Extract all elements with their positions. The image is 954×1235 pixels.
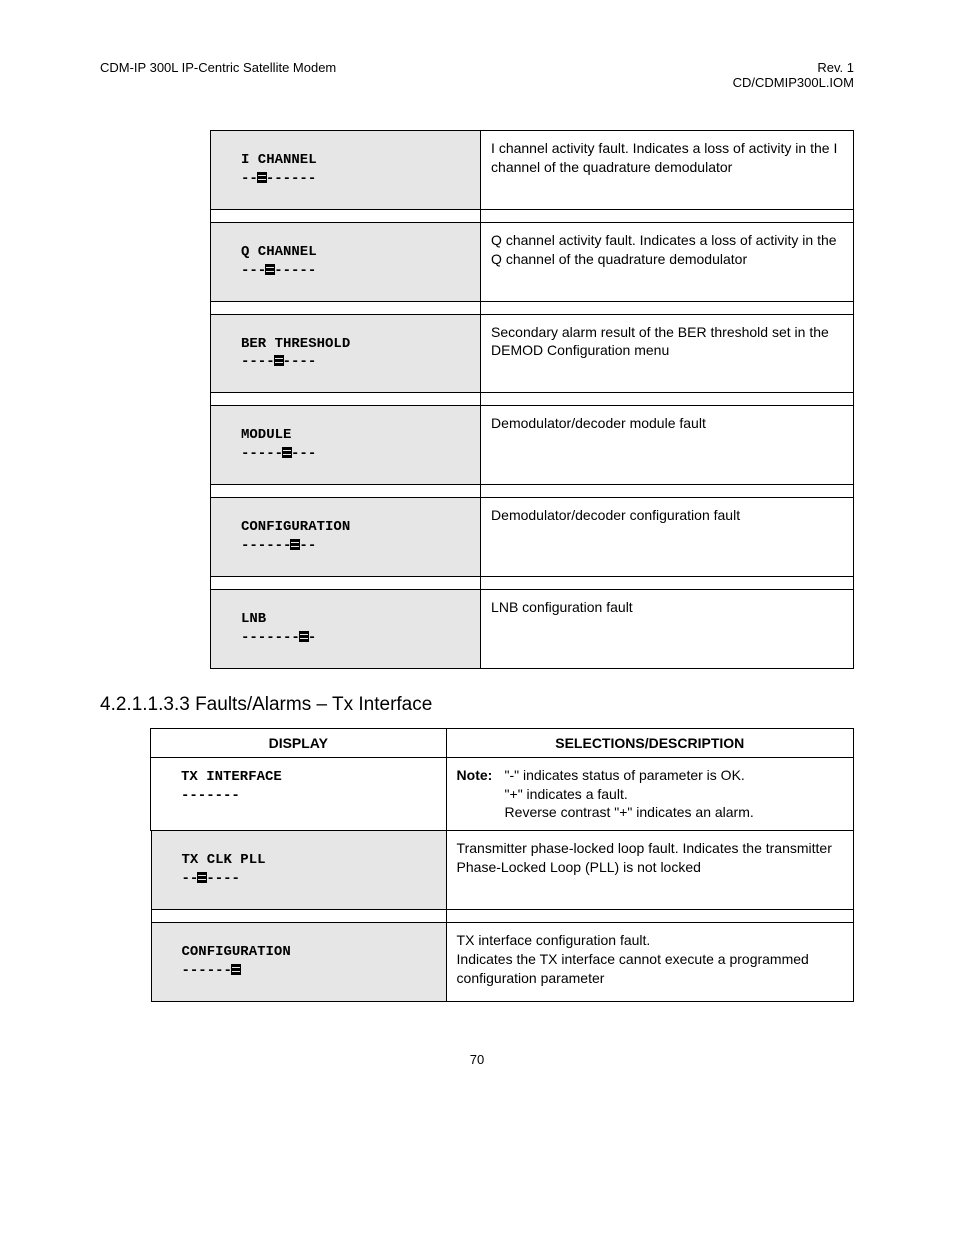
display-cell: Q CHANNEL-------- bbox=[211, 222, 481, 301]
section-heading: 4.2.1.1.3.3 Faults/Alarms – Tx Interface bbox=[100, 694, 854, 716]
desc-cell: Transmitter phase-locked loop fault. Ind… bbox=[446, 831, 853, 910]
display-cell: I CHANNEL-------- bbox=[211, 131, 481, 210]
table-row: I CHANNEL--------I channel activity faul… bbox=[211, 131, 854, 210]
display-cell: CONFIGURATION-------- bbox=[211, 498, 481, 577]
display-label: TX CLK PLL bbox=[162, 851, 436, 870]
col-display: DISPLAY bbox=[151, 728, 447, 757]
display-label: Q CHANNEL bbox=[221, 243, 470, 262]
display-indicator: -------- bbox=[221, 629, 470, 648]
table-row: LNB--------LNB configuration fault bbox=[211, 589, 854, 668]
display-cell: TX INTERFACE------- bbox=[151, 757, 447, 831]
display-indicator: ------- bbox=[161, 787, 436, 806]
display-label: TX INTERFACE bbox=[161, 768, 436, 787]
page-number: 70 bbox=[100, 1052, 854, 1067]
desc-cell: Secondary alarm result of the BER thresh… bbox=[481, 314, 854, 393]
desc-cell: Note:"-" indicates status of parameter i… bbox=[446, 757, 853, 831]
table-row: Q CHANNEL--------Q channel activity faul… bbox=[211, 222, 854, 301]
display-indicator: ------ bbox=[162, 870, 436, 889]
display-label: CONFIGURATION bbox=[162, 943, 436, 962]
display-indicator: -------- bbox=[221, 353, 470, 372]
display-label: I CHANNEL bbox=[221, 151, 470, 170]
header-right: Rev. 1 CD/CDMIP300L.IOM bbox=[733, 60, 854, 90]
display-indicator: -------- bbox=[221, 537, 470, 556]
display-cell: CONFIGURATION------ bbox=[151, 923, 446, 1002]
faults-table-1: I CHANNEL--------I channel activity faul… bbox=[210, 130, 854, 669]
col-desc: SELECTIONS/DESCRIPTION bbox=[446, 728, 853, 757]
table-row: BER THRESHOLD--------Secondary alarm res… bbox=[211, 314, 854, 393]
display-cell: MODULE-------- bbox=[211, 406, 481, 485]
desc-cell: Q channel activity fault. Indicates a lo… bbox=[481, 222, 854, 301]
note-body: "-" indicates status of parameter is OK.… bbox=[505, 766, 836, 823]
display-cell: BER THRESHOLD-------- bbox=[211, 314, 481, 393]
table-row: MODULE--------Demodulator/decoder module… bbox=[211, 406, 854, 485]
section-title: Faults/Alarms – Tx Interface bbox=[195, 694, 432, 715]
faults-table-2: DISPLAY SELECTIONS/DESCRIPTION TX INTERF… bbox=[150, 728, 854, 1002]
table-row: CONFIGURATION------TX interface configur… bbox=[151, 923, 854, 1002]
display-label: MODULE bbox=[221, 426, 470, 445]
header-rev: Rev. 1 bbox=[733, 60, 854, 75]
display-label: CONFIGURATION bbox=[221, 518, 470, 537]
note-label: Note: bbox=[457, 766, 505, 785]
table-row: CONFIGURATION--------Demodulator/decoder… bbox=[211, 498, 854, 577]
header-left: CDM-IP 300L IP-Centric Satellite Modem bbox=[100, 60, 336, 90]
header-doc: CD/CDMIP300L.IOM bbox=[733, 75, 854, 90]
display-indicator: -------- bbox=[221, 262, 470, 281]
desc-cell: TX interface configuration fault.Indicat… bbox=[446, 923, 853, 1002]
display-indicator: -------- bbox=[221, 170, 470, 189]
display-label: BER THRESHOLD bbox=[221, 335, 470, 354]
desc-cell: Demodulator/decoder module fault bbox=[481, 406, 854, 485]
desc-cell: LNB configuration fault bbox=[481, 589, 854, 668]
table-row: TX INTERFACE-------Note:"-" indicates st… bbox=[151, 757, 854, 831]
display-indicator: ------ bbox=[162, 962, 436, 981]
display-indicator: -------- bbox=[221, 445, 470, 464]
display-cell: LNB-------- bbox=[211, 589, 481, 668]
display-label: LNB bbox=[221, 610, 470, 629]
page-header: CDM-IP 300L IP-Centric Satellite Modem R… bbox=[100, 60, 854, 90]
display-cell: TX CLK PLL------ bbox=[151, 831, 446, 910]
desc-cell: Demodulator/decoder configuration fault bbox=[481, 498, 854, 577]
section-number: 4.2.1.1.3.3 bbox=[100, 694, 190, 715]
desc-cell: I channel activity fault. Indicates a lo… bbox=[481, 131, 854, 210]
table-row: TX CLK PLL------Transmitter phase-locked… bbox=[151, 831, 854, 910]
